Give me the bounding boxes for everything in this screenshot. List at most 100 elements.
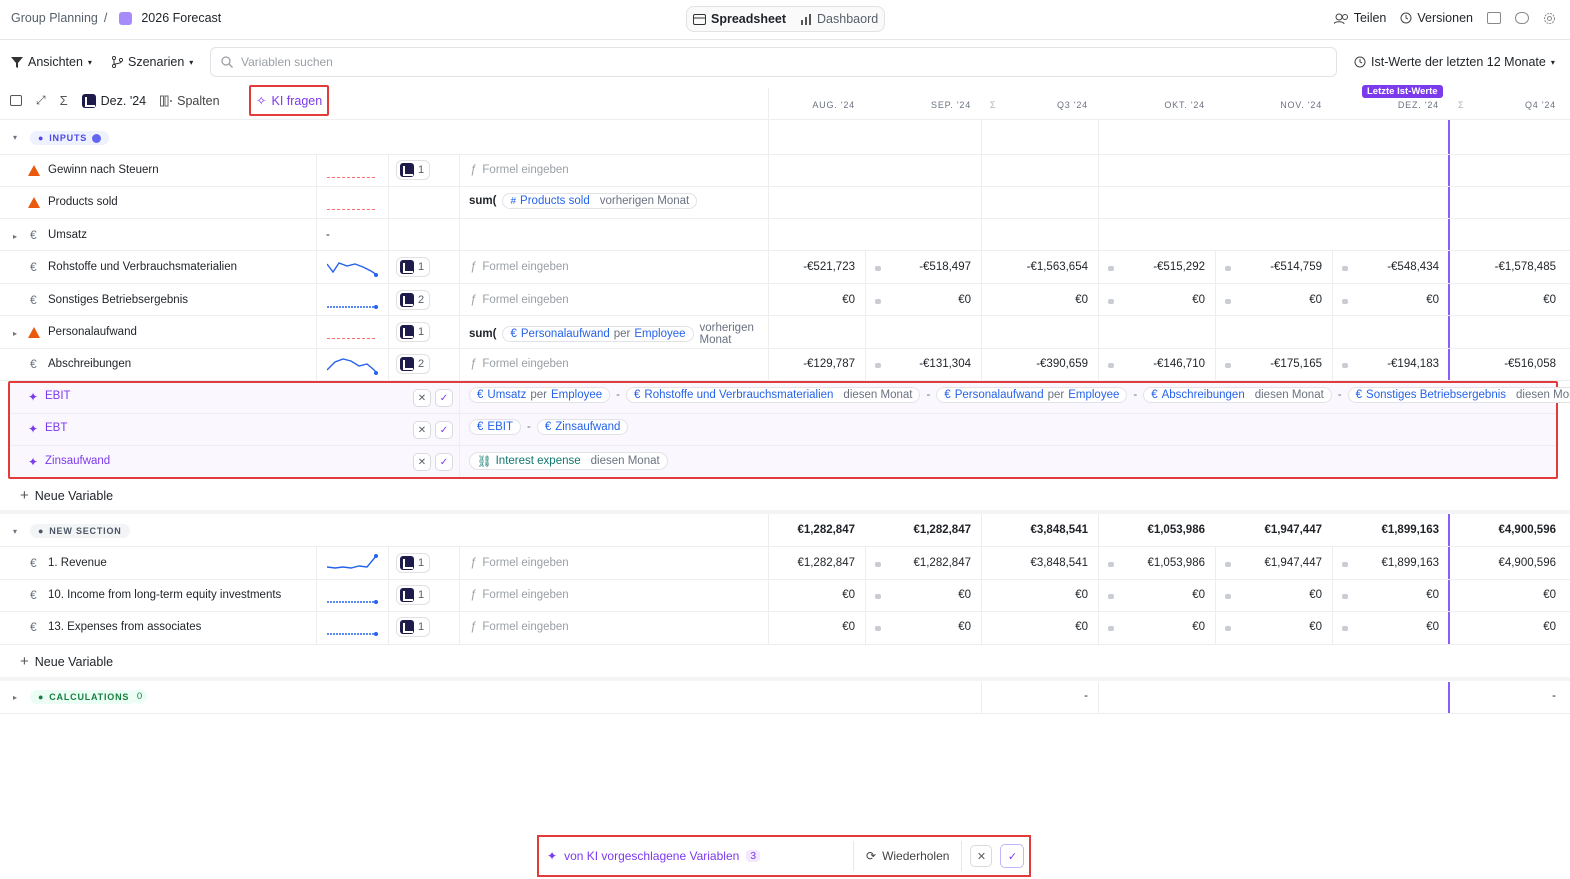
value-cell[interactable]: €0 bbox=[1470, 589, 1556, 601]
row-name[interactable]: Umsatz bbox=[48, 229, 87, 241]
source-badge[interactable]: 1 bbox=[396, 160, 430, 180]
value-cell[interactable]: €0 bbox=[895, 589, 971, 601]
value-cell[interactable]: -€548,434 bbox=[1362, 261, 1439, 273]
col-q4[interactable]: Q4 '24 bbox=[1480, 100, 1556, 110]
retry-button[interactable]: ⟳ Wiederholen bbox=[854, 849, 961, 863]
section-tag-inputs[interactable]: ● INPUTS bbox=[30, 131, 110, 145]
reject-button[interactable]: ✕ bbox=[413, 453, 431, 471]
value-cell[interactable]: €0 bbox=[1470, 294, 1556, 306]
value-cell[interactable]: €1,947,447 bbox=[1245, 557, 1322, 569]
formula-input[interactable]: ƒ Formel eingeben bbox=[470, 589, 569, 601]
value-cell[interactable]: €1,282,847 bbox=[780, 524, 855, 536]
col-okt[interactable]: OKT. '24 bbox=[1130, 100, 1205, 110]
formula-token[interactable]: € Rohstoffe und Verbrauchsmaterialien dies… bbox=[626, 387, 921, 403]
date-selector[interactable]: Dez. '24 bbox=[81, 93, 146, 108]
formula-token[interactable]: € Personalaufwand per Employee bbox=[502, 326, 694, 342]
value-cell[interactable]: -€390,659 bbox=[1012, 358, 1088, 370]
row-name[interactable]: 13. Expenses from associates bbox=[48, 621, 201, 633]
ask-ai-button[interactable]: ✧ KI fragen bbox=[256, 93, 322, 109]
value-cell[interactable]: -€521,723 bbox=[780, 261, 855, 273]
formula-input[interactable]: sum( € Personalaufwand per Employee vorheri… bbox=[469, 322, 769, 346]
accept-all-button[interactable]: ✓ bbox=[1000, 844, 1025, 868]
row-name[interactable]: Gewinn nach Steuern bbox=[48, 164, 159, 176]
search-bar[interactable]: Variablen suchen bbox=[210, 47, 1337, 77]
value-cell[interactable]: -€1,563,654 bbox=[1012, 261, 1088, 273]
add-variable-button[interactable]: + Neue Variable bbox=[20, 487, 113, 504]
formula-token[interactable]: € Zinsaufwand bbox=[536, 419, 629, 435]
formula-input[interactable]: ƒ Formel eingeben bbox=[470, 557, 569, 569]
value-cell[interactable]: €0 bbox=[780, 621, 855, 633]
value-cell[interactable]: -€131,304 bbox=[895, 358, 971, 370]
accept-button[interactable]: ✓ bbox=[435, 389, 453, 407]
value-cell[interactable]: -€515,292 bbox=[1128, 261, 1205, 273]
calendar-check-icon[interactable] bbox=[10, 95, 22, 106]
value-cell[interactable]: -€146,710 bbox=[1128, 358, 1205, 370]
value-cell[interactable]: €0 bbox=[1128, 294, 1205, 306]
reject-all-button[interactable]: ✕ bbox=[970, 845, 993, 867]
search-input[interactable]: Variablen suchen bbox=[241, 55, 333, 69]
source-badge[interactable]: 1 bbox=[396, 585, 430, 605]
col-sep[interactable]: SEP. '24 bbox=[895, 100, 971, 110]
row-name[interactable]: Products sold bbox=[48, 196, 118, 208]
source-badge[interactable]: 1 bbox=[396, 617, 430, 637]
add-variable-button[interactable]: + Neue Variable bbox=[20, 653, 113, 670]
formula-input[interactable]: € EBIT - € Zinsaufwand bbox=[469, 419, 629, 435]
value-cell[interactable]: €1,053,986 bbox=[1128, 557, 1205, 569]
value-cell[interactable]: €0 bbox=[895, 294, 971, 306]
formula-token[interactable]: # Products sold vorherigen Monat bbox=[502, 193, 698, 209]
row-name[interactable]: Personalaufwand bbox=[48, 326, 137, 338]
value-cell[interactable]: €0 bbox=[1362, 589, 1439, 601]
formula-input[interactable]: sum( # Products sold vorherigen Monat bbox=[469, 193, 698, 209]
gear-icon[interactable] bbox=[1543, 12, 1556, 25]
chat-icon[interactable] bbox=[1515, 12, 1529, 24]
value-cell[interactable]: €3,848,541 bbox=[1012, 557, 1088, 569]
formula-input[interactable]: ƒ Formel eingeben bbox=[470, 621, 569, 633]
value-cell[interactable]: €4,900,596 bbox=[1470, 557, 1556, 569]
col-nov[interactable]: NOV. '24 bbox=[1245, 100, 1322, 110]
formula-input[interactable]: ⛓ Interest expense diesen Monat bbox=[469, 452, 668, 470]
value-cell[interactable]: €0 bbox=[1012, 589, 1088, 601]
value-cell[interactable]: €0 bbox=[780, 294, 855, 306]
breadcrumb-parent[interactable]: Group Planning bbox=[11, 11, 98, 25]
value-cell[interactable]: -€194,183 bbox=[1362, 358, 1439, 370]
formula-token[interactable]: € Umsatz per Employee bbox=[469, 387, 611, 403]
value-cell[interactable]: €1,282,847 bbox=[895, 557, 971, 569]
col-q3[interactable]: Q3 '24 bbox=[1020, 100, 1088, 110]
col-dez[interactable]: DEZ. '24 bbox=[1362, 100, 1439, 110]
formula-token[interactable]: € EBIT bbox=[469, 419, 521, 435]
formula-input[interactable]: ƒ Formel eingeben bbox=[470, 294, 569, 306]
value-cell[interactable]: €3,848,541 bbox=[1012, 524, 1088, 536]
sigma-icon[interactable]: Σ bbox=[60, 93, 68, 108]
chevron-right-icon[interactable]: ▸ bbox=[13, 232, 17, 241]
source-badge[interactable]: 1 bbox=[396, 553, 430, 573]
value-cell[interactable]: €1,053,986 bbox=[1128, 524, 1205, 536]
value-cell[interactable]: €1,899,163 bbox=[1362, 524, 1439, 536]
value-cell[interactable]: €1,282,847 bbox=[780, 557, 855, 569]
versions-button[interactable]: Versionen bbox=[1400, 11, 1473, 25]
formula-input[interactable]: € Umsatz per Employee - € Rohstoffe und Verb… bbox=[469, 387, 1570, 403]
value-cell[interactable]: €1,899,163 bbox=[1362, 557, 1439, 569]
value-cell[interactable]: €0 bbox=[1012, 294, 1088, 306]
share-button[interactable]: Teilen bbox=[1333, 11, 1386, 25]
spreadsheet-tab[interactable]: Spreadsheet bbox=[693, 12, 786, 26]
views-dropdown[interactable]: Ansichten ▾ bbox=[11, 55, 92, 69]
formula-token[interactable]: € Personalaufwand per Employee bbox=[936, 387, 1128, 403]
value-cell[interactable]: €0 bbox=[1470, 621, 1556, 633]
value-cell[interactable]: €0 bbox=[1245, 294, 1322, 306]
cell-q4[interactable]: - bbox=[1480, 690, 1556, 702]
value-cell[interactable]: €0 bbox=[1245, 589, 1322, 601]
source-badge[interactable]: 1 bbox=[396, 257, 430, 277]
value-cell[interactable]: -€129,787 bbox=[780, 358, 855, 370]
value-cell[interactable]: -€516,058 bbox=[1470, 358, 1556, 370]
value-cell[interactable]: €0 bbox=[1012, 621, 1088, 633]
columns-button[interactable]: Spalten bbox=[160, 94, 220, 108]
section-tag-calculations[interactable]: ● CALCULATIONS bbox=[30, 690, 138, 704]
formula-token[interactable]: ⛓ Interest expense diesen Monat bbox=[469, 452, 668, 470]
accept-button[interactable]: ✓ bbox=[435, 421, 453, 439]
chevron-right-icon[interactable]: ▸ bbox=[13, 329, 17, 338]
reject-button[interactable]: ✕ bbox=[413, 421, 431, 439]
source-badge[interactable]: 1 bbox=[396, 322, 430, 342]
row-name[interactable]: Rohstoffe und Verbrauchsmaterialien bbox=[48, 261, 237, 273]
formula-token[interactable]: €Sonstiges Betriebsergebnis diesen Monat bbox=[1347, 387, 1570, 403]
value-cell[interactable]: -€514,759 bbox=[1245, 261, 1322, 273]
